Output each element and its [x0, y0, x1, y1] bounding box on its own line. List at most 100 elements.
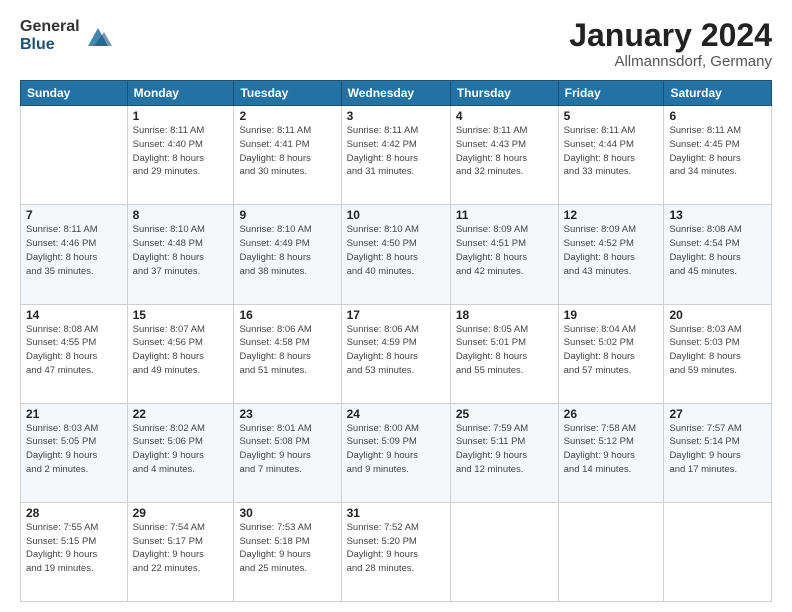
day-info: Sunrise: 8:04 AMSunset: 5:02 PMDaylight:… — [564, 323, 659, 378]
day-number: 7 — [26, 208, 122, 222]
calendar-week-row: 14 Sunrise: 8:08 AMSunset: 4:55 PMDaylig… — [21, 304, 772, 403]
day-number: 26 — [564, 407, 659, 421]
day-info: Sunrise: 8:10 AMSunset: 4:49 PMDaylight:… — [239, 223, 335, 278]
day-number: 27 — [669, 407, 766, 421]
day-number: 16 — [239, 308, 335, 322]
day-info: Sunrise: 7:55 AMSunset: 5:15 PMDaylight:… — [26, 521, 122, 576]
day-info: Sunrise: 8:09 AMSunset: 4:51 PMDaylight:… — [456, 223, 553, 278]
table-row: 26 Sunrise: 7:58 AMSunset: 5:12 PMDaylig… — [558, 403, 664, 502]
day-info: Sunrise: 8:08 AMSunset: 4:54 PMDaylight:… — [669, 223, 766, 278]
col-monday: Monday — [127, 81, 234, 106]
day-number: 8 — [133, 208, 229, 222]
day-number: 5 — [564, 109, 659, 123]
calendar-week-row: 7 Sunrise: 8:11 AMSunset: 4:46 PMDayligh… — [21, 205, 772, 304]
col-wednesday: Wednesday — [341, 81, 450, 106]
table-row: 24 Sunrise: 8:00 AMSunset: 5:09 PMDaylig… — [341, 403, 450, 502]
day-info: Sunrise: 8:11 AMSunset: 4:43 PMDaylight:… — [456, 124, 553, 179]
table-row: 7 Sunrise: 8:11 AMSunset: 4:46 PMDayligh… — [21, 205, 128, 304]
table-row: 4 Sunrise: 8:11 AMSunset: 4:43 PMDayligh… — [450, 106, 558, 205]
table-row: 5 Sunrise: 8:11 AMSunset: 4:44 PMDayligh… — [558, 106, 664, 205]
page: General Blue January 2024 Allmannsdorf, … — [0, 0, 792, 612]
col-tuesday: Tuesday — [234, 81, 341, 106]
day-number: 28 — [26, 506, 122, 520]
title-block: January 2024 Allmannsdorf, Germany — [569, 18, 772, 70]
day-number: 14 — [26, 308, 122, 322]
day-info: Sunrise: 7:53 AMSunset: 5:18 PMDaylight:… — [239, 521, 335, 576]
col-friday: Friday — [558, 81, 664, 106]
location: Allmannsdorf, Germany — [569, 53, 772, 70]
table-row: 21 Sunrise: 8:03 AMSunset: 5:05 PMDaylig… — [21, 403, 128, 502]
day-number: 18 — [456, 308, 553, 322]
calendar-table: Sunday Monday Tuesday Wednesday Thursday… — [20, 80, 772, 602]
table-row: 29 Sunrise: 7:54 AMSunset: 5:17 PMDaylig… — [127, 502, 234, 601]
day-info: Sunrise: 8:03 AMSunset: 5:05 PMDaylight:… — [26, 422, 122, 477]
table-row: 30 Sunrise: 7:53 AMSunset: 5:18 PMDaylig… — [234, 502, 341, 601]
day-info: Sunrise: 8:11 AMSunset: 4:42 PMDaylight:… — [347, 124, 445, 179]
day-info: Sunrise: 8:01 AMSunset: 5:08 PMDaylight:… — [239, 422, 335, 477]
table-row: 2 Sunrise: 8:11 AMSunset: 4:41 PMDayligh… — [234, 106, 341, 205]
table-row: 6 Sunrise: 8:11 AMSunset: 4:45 PMDayligh… — [664, 106, 772, 205]
day-info: Sunrise: 8:05 AMSunset: 5:01 PMDaylight:… — [456, 323, 553, 378]
table-row: 11 Sunrise: 8:09 AMSunset: 4:51 PMDaylig… — [450, 205, 558, 304]
table-row: 1 Sunrise: 8:11 AMSunset: 4:40 PMDayligh… — [127, 106, 234, 205]
day-number: 21 — [26, 407, 122, 421]
day-info: Sunrise: 8:11 AMSunset: 4:46 PMDaylight:… — [26, 223, 122, 278]
logo-blue: Blue — [20, 36, 80, 54]
calendar-week-row: 21 Sunrise: 8:03 AMSunset: 5:05 PMDaylig… — [21, 403, 772, 502]
table-row: 14 Sunrise: 8:08 AMSunset: 4:55 PMDaylig… — [21, 304, 128, 403]
day-number: 29 — [133, 506, 229, 520]
day-info: Sunrise: 8:09 AMSunset: 4:52 PMDaylight:… — [564, 223, 659, 278]
day-info: Sunrise: 8:11 AMSunset: 4:45 PMDaylight:… — [669, 124, 766, 179]
day-info: Sunrise: 8:00 AMSunset: 5:09 PMDaylight:… — [347, 422, 445, 477]
table-row: 19 Sunrise: 8:04 AMSunset: 5:02 PMDaylig… — [558, 304, 664, 403]
day-number: 23 — [239, 407, 335, 421]
day-number: 20 — [669, 308, 766, 322]
calendar-week-row: 1 Sunrise: 8:11 AMSunset: 4:40 PMDayligh… — [21, 106, 772, 205]
logo-text: General Blue — [20, 18, 80, 53]
logo: General Blue — [20, 18, 112, 53]
table-row: 28 Sunrise: 7:55 AMSunset: 5:15 PMDaylig… — [21, 502, 128, 601]
day-number: 17 — [347, 308, 445, 322]
table-row: 16 Sunrise: 8:06 AMSunset: 4:58 PMDaylig… — [234, 304, 341, 403]
table-row: 17 Sunrise: 8:06 AMSunset: 4:59 PMDaylig… — [341, 304, 450, 403]
logo-general: General — [20, 18, 80, 36]
calendar-header-row: Sunday Monday Tuesday Wednesday Thursday… — [21, 81, 772, 106]
table-row — [450, 502, 558, 601]
day-number: 6 — [669, 109, 766, 123]
table-row — [664, 502, 772, 601]
day-info: Sunrise: 7:54 AMSunset: 5:17 PMDaylight:… — [133, 521, 229, 576]
table-row: 20 Sunrise: 8:03 AMSunset: 5:03 PMDaylig… — [664, 304, 772, 403]
day-info: Sunrise: 8:06 AMSunset: 4:59 PMDaylight:… — [347, 323, 445, 378]
day-number: 19 — [564, 308, 659, 322]
table-row: 9 Sunrise: 8:10 AMSunset: 4:49 PMDayligh… — [234, 205, 341, 304]
day-info: Sunrise: 8:11 AMSunset: 4:40 PMDaylight:… — [133, 124, 229, 179]
day-number: 30 — [239, 506, 335, 520]
day-number: 9 — [239, 208, 335, 222]
table-row: 18 Sunrise: 8:05 AMSunset: 5:01 PMDaylig… — [450, 304, 558, 403]
day-info: Sunrise: 8:11 AMSunset: 4:41 PMDaylight:… — [239, 124, 335, 179]
table-row: 25 Sunrise: 7:59 AMSunset: 5:11 PMDaylig… — [450, 403, 558, 502]
logo-icon — [84, 22, 112, 50]
table-row: 27 Sunrise: 7:57 AMSunset: 5:14 PMDaylig… — [664, 403, 772, 502]
day-info: Sunrise: 7:57 AMSunset: 5:14 PMDaylight:… — [669, 422, 766, 477]
table-row: 3 Sunrise: 8:11 AMSunset: 4:42 PMDayligh… — [341, 106, 450, 205]
day-info: Sunrise: 8:03 AMSunset: 5:03 PMDaylight:… — [669, 323, 766, 378]
day-number: 4 — [456, 109, 553, 123]
day-info: Sunrise: 7:59 AMSunset: 5:11 PMDaylight:… — [456, 422, 553, 477]
day-info: Sunrise: 8:07 AMSunset: 4:56 PMDaylight:… — [133, 323, 229, 378]
day-number: 25 — [456, 407, 553, 421]
day-number: 24 — [347, 407, 445, 421]
col-saturday: Saturday — [664, 81, 772, 106]
table-row: 15 Sunrise: 8:07 AMSunset: 4:56 PMDaylig… — [127, 304, 234, 403]
day-info: Sunrise: 7:52 AMSunset: 5:20 PMDaylight:… — [347, 521, 445, 576]
month-title: January 2024 — [569, 18, 772, 53]
table-row — [21, 106, 128, 205]
day-number: 10 — [347, 208, 445, 222]
table-row: 13 Sunrise: 8:08 AMSunset: 4:54 PMDaylig… — [664, 205, 772, 304]
day-number: 2 — [239, 109, 335, 123]
day-number: 3 — [347, 109, 445, 123]
col-sunday: Sunday — [21, 81, 128, 106]
day-info: Sunrise: 8:08 AMSunset: 4:55 PMDaylight:… — [26, 323, 122, 378]
day-info: Sunrise: 8:11 AMSunset: 4:44 PMDaylight:… — [564, 124, 659, 179]
table-row: 8 Sunrise: 8:10 AMSunset: 4:48 PMDayligh… — [127, 205, 234, 304]
